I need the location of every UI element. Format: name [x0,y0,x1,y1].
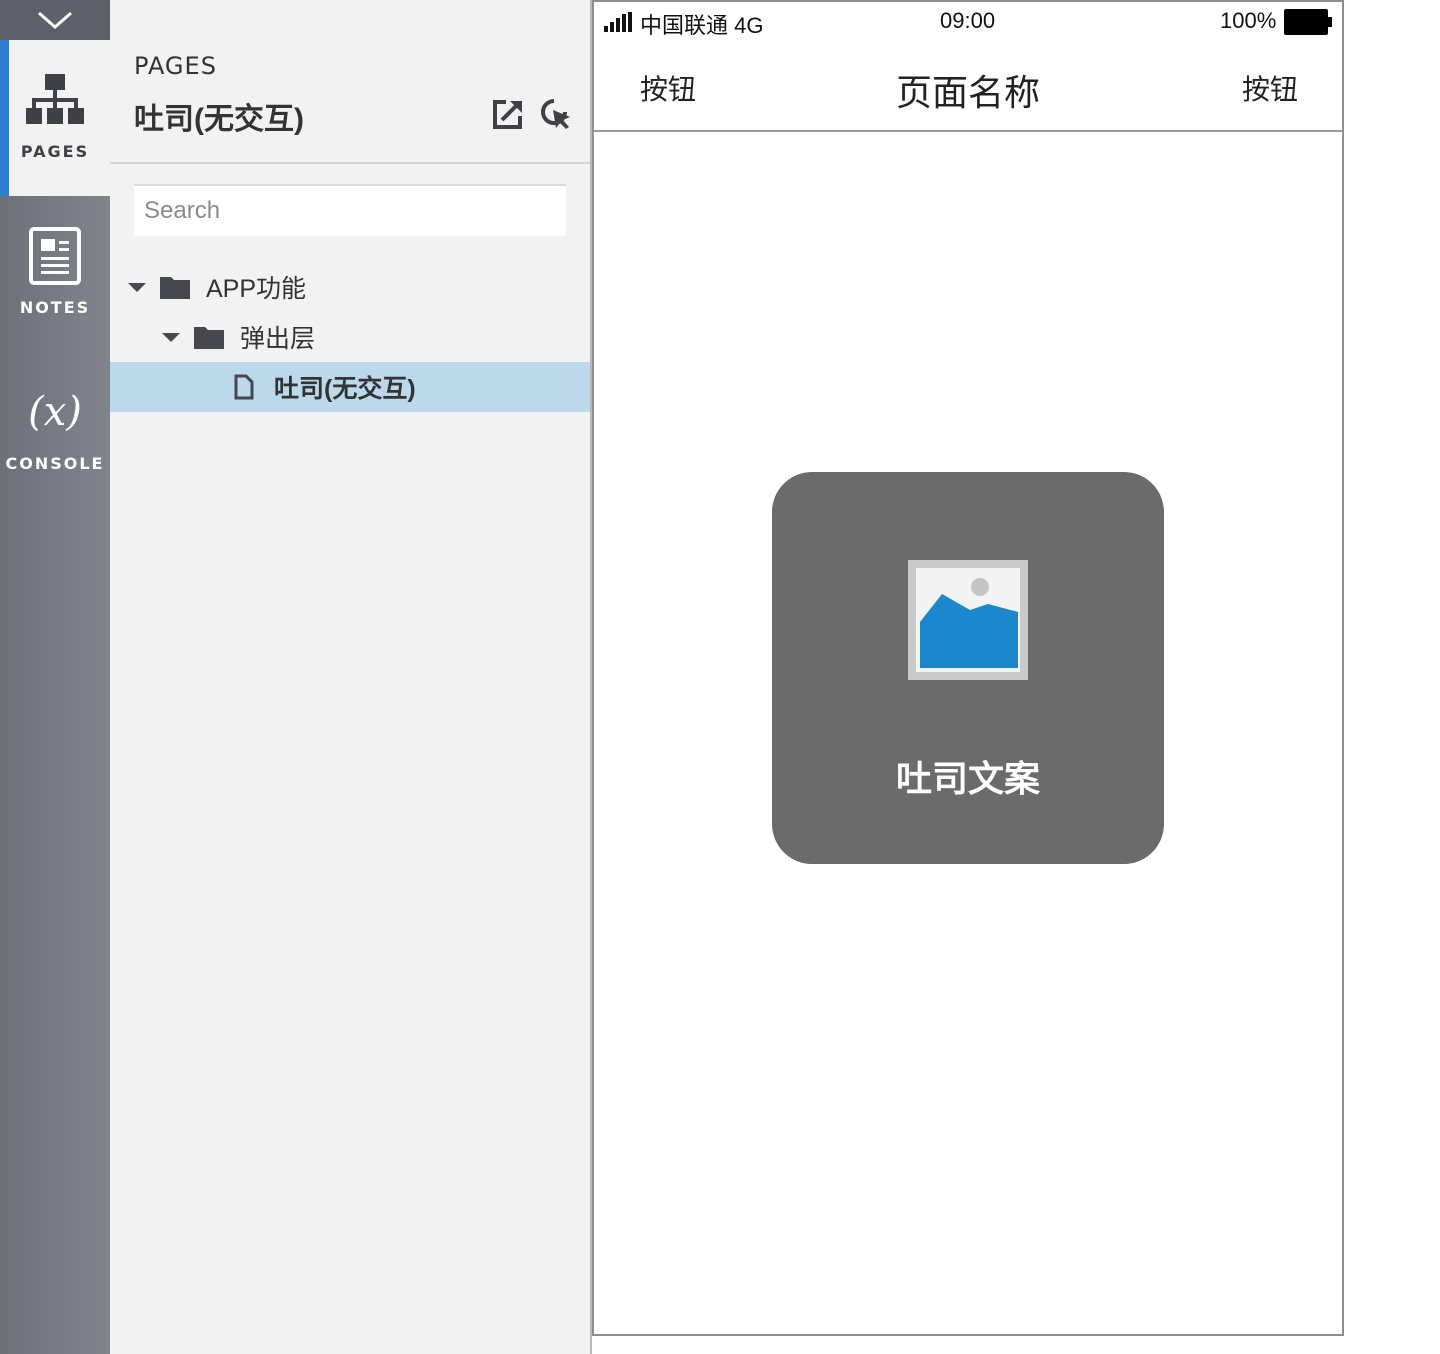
highlight-interactions-button[interactable] [540,98,572,130]
tree-folder-app[interactable]: APP功能 [110,262,590,312]
nav-right-button[interactable]: 按钮 [1242,68,1298,108]
folder-icon [194,327,224,349]
rail-tab-label: NOTES [19,298,91,317]
navigation-bar: 按钮 页面名称 按钮 [594,42,1342,132]
image-placeholder-icon [908,560,1028,680]
page-icon [234,374,254,400]
page-title: 页面名称 [895,72,1040,113]
toast-message: 吐司文案 [895,758,1040,799]
expand-arrow-icon[interactable] [162,332,180,342]
expand-arrow-icon[interactable] [128,282,146,292]
current-page-title: 吐司(无交互) [134,103,304,136]
panel-heading: PAGES [134,52,217,80]
chevron-down-icon [38,11,72,29]
open-in-new-window-button[interactable] [492,98,524,130]
rail-tab-pages[interactable]: PAGES [0,40,110,196]
tree-item-label: 吐司(无交互) [274,375,416,403]
tree-item-label: APP功能 [206,275,307,303]
tree-folder-popup[interactable]: 弹出层 [110,312,590,362]
battery-icon [1284,9,1332,35]
tree-item-label: 弹出层 [240,325,316,353]
signal-strength-icon [604,12,632,32]
tree-page-toast[interactable]: 吐司(无交互) [110,362,590,412]
rail-tab-label: PAGES [20,142,90,161]
notes-icon [29,227,81,285]
cursor-click-icon [541,99,570,129]
search-input[interactable] [134,184,566,236]
pages-panel: PAGES 吐司(无交互) APP功能 弹出层 吐司(无 [110,0,592,1354]
folder-icon [160,277,190,299]
rail-tab-label: CONSOLE [5,454,105,473]
sitemap-icon [26,74,84,124]
popout-icon [493,100,522,129]
rail-tab-console[interactable]: (x) CONSOLE [0,352,110,508]
toast-popup: 吐司文案 [772,472,1164,864]
status-time: 09:00 [940,8,996,33]
collapse-panel-button[interactable] [0,0,110,40]
carrier-label: 中国联通 4G [640,13,764,38]
status-bar: 中国联通 4G 09:00 100% [594,2,1342,42]
phone-mockup: 中国联通 4G 09:00 100% 按钮 页面名称 按钮 吐司文案 [592,0,1344,1336]
variable-icon: (x) [28,389,82,435]
left-icon-rail: PAGES NOTES (x) CONSOLE [0,0,110,1354]
rail-tab-notes[interactable]: NOTES [0,196,110,352]
panel-divider [110,162,590,164]
battery-percentage: 100% [1220,8,1277,33]
